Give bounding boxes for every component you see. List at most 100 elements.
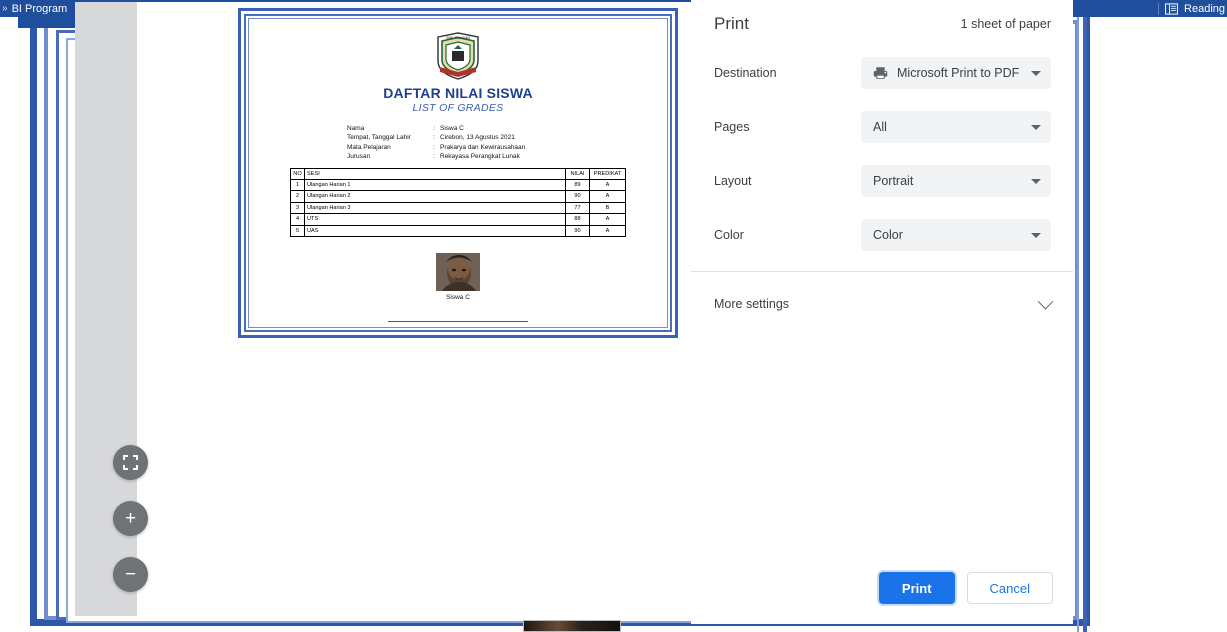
background-window-edge-light (1077, 17, 1079, 632)
chevron-down-icon (1031, 124, 1041, 130)
destination-select[interactable]: Microsoft Print to PDF (861, 57, 1051, 89)
meta-colon: : (433, 134, 435, 142)
page-border-middle: SMK TELADAN DAFTAR NILAI SISWA LIST OF G… (244, 14, 672, 332)
ribbon-right-group: Reading (1158, 0, 1225, 17)
ribbon-separator (1158, 2, 1160, 15)
setting-row-destination: Destination Microsoft Print to PDF (714, 46, 1051, 100)
chevron-down-icon (1031, 232, 1041, 238)
chevron-down-icon (1037, 293, 1054, 309)
cell-sesi: Ulangan Harian 3 (304, 201, 566, 215)
meta-colon: : (433, 125, 435, 132)
school-crest-logo-icon: SMK TELADAN (437, 32, 479, 80)
table-header-row: NO SESI NILAI PREDIKAT (290, 167, 626, 181)
minus-icon: − (124, 564, 137, 585)
setting-row-layout: Layout Portrait (714, 154, 1051, 208)
layout-select[interactable]: Portrait (861, 165, 1051, 197)
color-label: Color (714, 228, 744, 242)
ribbon-overflow-chevron-icon[interactable]: » (2, 3, 8, 14)
meta-value: Prakarya dan Kewirausahaan (440, 143, 526, 151)
table-row: 3 Ulangan Harian 3 77 B (290, 201, 626, 215)
meta-key: Mata Pelajaran (347, 143, 391, 151)
meta-value: Cirebon, 13 Agustus 2021 (440, 134, 515, 142)
meta-colon: : (433, 153, 435, 161)
cell-no: 5 (290, 224, 305, 238)
zoom-out-button[interactable]: − (113, 557, 148, 592)
cell-predikat: B (589, 201, 626, 215)
reading-view-icon[interactable] (1165, 2, 1178, 15)
meta-row: Nama : Siswa C (347, 124, 659, 133)
destination-value: Microsoft Print to PDF (897, 66, 1020, 80)
zoom-in-button[interactable]: + (113, 501, 148, 536)
pages-select[interactable]: All (861, 111, 1051, 143)
student-photo (436, 253, 480, 292)
cell-sesi: UTS (304, 213, 566, 226)
printer-icon (873, 67, 888, 79)
pages-label: Pages (714, 120, 750, 134)
table-row: 1 Ulangan Harian 1 89 A (290, 179, 626, 192)
meta-key: Tempat, Tanggal Lahir (347, 134, 411, 142)
sheet-count-label: 1 sheet of paper (960, 17, 1051, 31)
destination-label: Destination (714, 66, 777, 80)
table-row: 5 UAS 90 A (290, 224, 626, 238)
ribbon-program-label: BI Program (11, 2, 68, 15)
col-header-nilai: NILAI (565, 167, 590, 181)
meta-colon: : (433, 143, 435, 151)
cell-predikat: A (589, 213, 626, 226)
background-window-edge (1083, 17, 1087, 632)
print-dialog-title: Print (714, 14, 749, 33)
setting-row-color: Color Color (714, 208, 1051, 262)
meta-row: Jurusan : Rekayasa Perangkat Lunak (347, 152, 659, 161)
cell-no: 3 (290, 201, 305, 215)
setting-row-pages: Pages All (714, 100, 1051, 154)
col-header-no: NO (290, 167, 305, 181)
meta-row: Tempat, Tanggal Lahir : Cirebon, 13 Agus… (347, 133, 659, 142)
cell-no: 4 (290, 213, 305, 226)
col-header-predikat: PREDIKAT (589, 167, 626, 181)
student-photo-caption: Siswa C (446, 294, 470, 302)
ribbon-reading-label[interactable]: Reading (1184, 3, 1225, 15)
student-photo-block: Siswa C (257, 253, 659, 301)
chevron-down-icon (1031, 70, 1041, 76)
svg-text:SMK TELADAN: SMK TELADAN (446, 36, 470, 40)
print-preview-pane: + − SMK TELADAN DAFTAR NILAI SISWA LIST … (75, 2, 691, 616)
document-page[interactable]: SMK TELADAN DAFTAR NILAI SISWA LIST OF G… (238, 8, 678, 338)
col-header-sesi: SESI (304, 167, 566, 181)
table-row: 4 UTS 88 A (290, 213, 626, 226)
cell-sesi: Ulangan Harian 1 (304, 179, 566, 192)
cell-no: 1 (290, 179, 305, 192)
document-footer: SMK TELADAN KERTASMAYA Sekolah Menengah … (257, 321, 659, 327)
meta-value: Siswa C (440, 125, 464, 132)
cell-sesi: Ulangan Harian 2 (304, 190, 566, 203)
meta-value: Rekayasa Perangkat Lunak (440, 153, 520, 161)
document-subtitle: LIST OF GRADES (412, 102, 504, 114)
page-content: SMK TELADAN DAFTAR NILAI SISWA LIST OF G… (248, 18, 668, 328)
preview-zoom-controls: + − (113, 445, 149, 613)
cell-predikat: A (589, 224, 626, 238)
more-settings-toggle[interactable]: More settings (691, 272, 1073, 336)
student-meta-block: Nama : Siswa C Tempat, Tanggal Lahir : C… (347, 124, 659, 162)
bottom-image-thumbnail[interactable] (523, 620, 621, 632)
cell-predikat: A (589, 190, 626, 203)
cancel-button[interactable]: Cancel (966, 572, 1053, 604)
print-button[interactable]: Print (878, 572, 955, 604)
cell-nilai: 89 (565, 179, 590, 192)
cell-nilai: 90 (565, 224, 590, 238)
footer-school-name: SMK TELADAN KERTASMAYA (257, 325, 659, 327)
more-settings-label: More settings (714, 297, 790, 311)
screen: » BI Program Reading + − SMK TELADAN DAF… (0, 0, 1227, 632)
cell-no: 2 (290, 190, 305, 203)
meta-key: Nama (347, 125, 365, 132)
cell-nilai: 90 (565, 190, 590, 203)
cell-nilai: 88 (565, 213, 590, 226)
chevron-down-icon (1031, 178, 1041, 184)
print-dialog-header: Print 1 sheet of paper (691, 0, 1073, 46)
pages-value: All (873, 120, 887, 134)
plus-icon: + (124, 508, 137, 529)
cell-sesi: UAS (304, 224, 566, 238)
print-settings-list: Destination Microsoft Print to PDF Pages (691, 46, 1073, 262)
fit-to-page-icon (123, 455, 138, 470)
fit-to-page-button[interactable] (113, 445, 148, 480)
print-dialog-actions: Print Cancel (878, 572, 1053, 604)
layout-label: Layout (714, 174, 752, 188)
color-select[interactable]: Color (861, 219, 1051, 251)
